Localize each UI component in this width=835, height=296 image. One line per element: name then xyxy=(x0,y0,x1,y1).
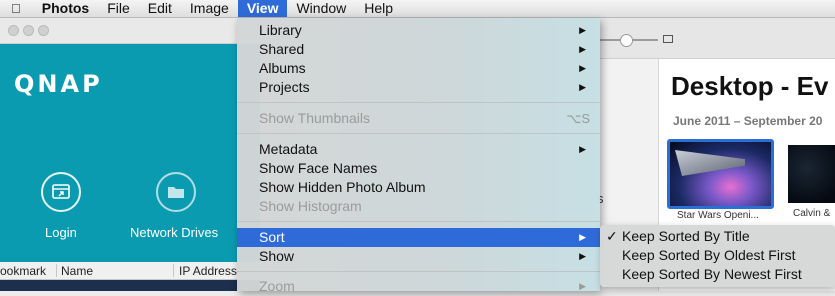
qnap-window: QNAP Login Network Drives ookmark Name I… xyxy=(0,18,260,291)
close-window-button[interactable] xyxy=(8,25,19,36)
menu-item-label: Metadata xyxy=(259,141,318,157)
qnap-titlebar xyxy=(0,18,260,44)
network-drives-label[interactable]: Network Drives xyxy=(130,225,218,240)
photo-thumbnail-selected[interactable] xyxy=(667,139,774,209)
checkmark-icon: ✓ xyxy=(606,228,618,244)
menu-view[interactable]: View xyxy=(237,0,288,17)
sort-by-title-item[interactable]: ✓ Keep Sorted By Title xyxy=(600,227,835,246)
album-date-range: June 2011 – September 20 xyxy=(673,114,823,128)
submenu-arrow-icon: ▶ xyxy=(579,25,586,35)
menu-item-label: Show Hidden Photo Album xyxy=(259,179,426,195)
menu-separator xyxy=(237,133,600,134)
menu-item-projects[interactable]: Projects ▶ xyxy=(237,78,600,97)
menu-item-label: Keep Sorted By Newest First xyxy=(622,266,802,282)
column-name[interactable]: Name xyxy=(61,264,93,278)
minimize-window-button[interactable] xyxy=(23,25,34,36)
menu-edit[interactable]: Edit xyxy=(139,0,181,17)
sort-by-newest-item[interactable]: Keep Sorted By Newest First xyxy=(600,265,835,284)
menu-item-sort[interactable]: Sort ▶ xyxy=(237,228,600,247)
menu-item-show-histogram[interactable]: Show Histogram xyxy=(237,197,600,216)
menu-item-label: Show Face Names xyxy=(259,160,378,176)
menu-help[interactable]: Help xyxy=(355,0,402,17)
menu-item-label: Keep Sorted By Title xyxy=(622,228,750,244)
submenu-arrow-icon: ▶ xyxy=(579,44,586,54)
photos-toolbar xyxy=(600,18,835,59)
menu-item-show-thumbnails[interactable]: Show Thumbnails ⌥S xyxy=(237,109,600,128)
menu-item-shared[interactable]: Shared ▶ xyxy=(237,40,600,59)
starship-image xyxy=(675,150,745,176)
submenu-arrow-icon: ▶ xyxy=(579,232,586,242)
qnap-panel: QNAP Login Network Drives xyxy=(0,44,260,262)
menu-photos[interactable]: Photos xyxy=(33,0,98,17)
menu-item-label: Keep Sorted By Oldest First xyxy=(622,247,796,263)
album-title: Desktop - Ev xyxy=(671,71,829,101)
menu-item-show-face-names[interactable]: Show Face Names xyxy=(237,159,600,178)
table-row[interactable] xyxy=(0,280,260,291)
menu-item-label: Library xyxy=(259,22,302,38)
submenu-arrow-icon: ▶ xyxy=(579,251,586,261)
menu-bar:  Photos File Edit Image View Window Hel… xyxy=(0,0,835,18)
menu-item-label: Sort xyxy=(259,229,285,245)
column-divider xyxy=(56,264,57,277)
photo-caption: Calvin & xyxy=(793,208,831,219)
login-label[interactable]: Login xyxy=(45,225,77,240)
menu-item-label: Show Thumbnails xyxy=(259,110,371,126)
menu-item-label: Show Histogram xyxy=(259,198,362,214)
menu-separator xyxy=(237,271,600,272)
submenu-arrow-icon: ▶ xyxy=(579,281,586,291)
view-menu: Library ▶ Shared ▶ Albums ▶ Projects ▶ Show … xyxy=(237,18,600,294)
column-divider xyxy=(173,264,174,277)
menu-item-label: Projects xyxy=(259,79,310,95)
menu-file[interactable]: File xyxy=(98,0,139,17)
sort-by-oldest-item[interactable]: Keep Sorted By Oldest First xyxy=(600,246,835,265)
menu-item-zoom[interactable]: Zoom ▶ xyxy=(237,277,600,296)
menu-image[interactable]: Image xyxy=(181,0,238,17)
menu-item-label: Show xyxy=(259,248,295,264)
submenu-arrow-icon: ▶ xyxy=(579,63,586,73)
qnap-logo: QNAP xyxy=(14,70,103,98)
login-icon[interactable] xyxy=(41,172,81,212)
submenu-arrow-icon: ▶ xyxy=(579,82,586,92)
submenu-arrow-icon: ▶ xyxy=(579,144,586,154)
column-bookmark[interactable]: ookmark xyxy=(0,264,46,278)
menu-separator xyxy=(237,102,600,103)
menu-item-label: Zoom xyxy=(259,278,295,294)
menu-window[interactable]: Window xyxy=(287,0,355,17)
folder-icon[interactable] xyxy=(156,172,196,212)
menu-item-label: Albums xyxy=(259,60,306,76)
menu-item-show[interactable]: Show ▶ xyxy=(237,247,600,266)
apple-icon[interactable]:  xyxy=(0,0,33,17)
menu-item-label: Shared xyxy=(259,41,305,57)
menu-item-albums[interactable]: Albums ▶ xyxy=(237,59,600,78)
photo-caption: Star Wars Openi... xyxy=(677,210,759,221)
device-table-header: ookmark Name IP Address xyxy=(0,262,260,280)
menu-item-metadata[interactable]: Metadata ▶ xyxy=(237,140,600,159)
large-thumbnail-icon[interactable] xyxy=(663,35,673,43)
column-ip-address[interactable]: IP Address xyxy=(179,264,237,278)
keyboard-shortcut: ⌥S xyxy=(566,111,590,126)
zoom-window-button[interactable] xyxy=(38,25,49,36)
menu-item-show-hidden-album[interactable]: Show Hidden Photo Album xyxy=(237,178,600,197)
menu-separator xyxy=(237,221,600,222)
sort-submenu: ✓ Keep Sorted By Title Keep Sorted By Old… xyxy=(600,225,835,287)
zoom-slider-knob[interactable] xyxy=(620,34,633,47)
menu-item-library[interactable]: Library ▶ xyxy=(237,21,600,40)
photo-thumbnail[interactable] xyxy=(788,145,835,203)
